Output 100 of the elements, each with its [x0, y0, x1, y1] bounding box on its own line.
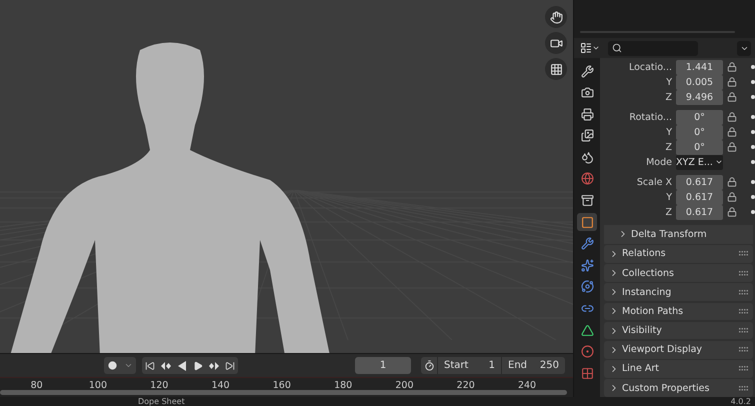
mode-dropdown[interactable]: XYZ E...	[676, 155, 723, 170]
frame-number: 180	[333, 379, 354, 391]
keyframe-dot-icon[interactable]	[751, 145, 755, 150]
grid-icon	[550, 62, 562, 76]
keyframe-dot-icon[interactable]	[751, 65, 755, 70]
panel-header[interactable]: Instancing	[604, 283, 753, 302]
render-tab-icon	[580, 86, 594, 100]
panel-header[interactable]: Collections	[604, 264, 753, 282]
lock-icon	[727, 62, 737, 72]
panel-header[interactable]: Custom Properties	[604, 379, 753, 397]
start-frame-field[interactable]: Start 1	[437, 357, 501, 374]
drag-handle-icon	[739, 347, 749, 352]
caret-icon	[124, 361, 132, 370]
field-label: Z	[664, 92, 672, 103]
skip-back-icon	[145, 360, 155, 370]
number-field[interactable]: 1.441	[676, 60, 723, 75]
skip-forward-icon	[225, 360, 235, 370]
keyframe-dot-icon[interactable]	[751, 95, 755, 100]
version-label: 4.0.2	[730, 397, 751, 406]
number-field[interactable]: 0.005	[676, 74, 723, 90]
frame-number: 200	[394, 379, 414, 391]
pan-button[interactable]	[545, 6, 567, 28]
panel-header[interactable]: Motion Paths	[604, 302, 753, 320]
timeline-scrollbar[interactable]	[0, 390, 567, 395]
particles-tab-icon	[580, 258, 594, 272]
camera-icon	[550, 36, 562, 50]
editor-name: Dope Sheet	[138, 397, 185, 406]
drag-handle-icon	[739, 366, 749, 372]
camera-button[interactable]	[545, 32, 567, 54]
field-label: Rotatio...	[628, 112, 672, 123]
lock-icon	[727, 92, 737, 102]
options-dropdown[interactable]	[737, 40, 751, 56]
number-field[interactable]: 0°	[676, 125, 723, 140]
number-field[interactable]: 0°	[676, 110, 723, 125]
timeline-ruler[interactable]: 80 100 120 140 160 180 200 220 240	[0, 377, 573, 397]
scene-tab-icon	[580, 150, 594, 164]
field-label: Y	[665, 192, 672, 203]
field-label: Z	[664, 206, 672, 218]
search-icon	[612, 43, 622, 53]
play-icon	[193, 360, 203, 370]
field-label: Y	[665, 76, 672, 88]
frame-number: 140	[210, 379, 231, 391]
keyframe-dot-icon[interactable]	[751, 210, 755, 214]
properties-tab[interactable]	[577, 213, 597, 232]
panel-header[interactable]: Line Art	[604, 360, 753, 378]
output-tab-icon	[580, 108, 594, 121]
perspective-button[interactable]	[545, 58, 567, 80]
lock-icon	[727, 112, 737, 122]
keyframe-dot-icon[interactable]	[751, 80, 755, 84]
frame-number: 100	[88, 379, 108, 391]
number-field[interactable]: 0.617	[676, 205, 723, 220]
keyframe-dot-icon[interactable]	[751, 180, 755, 184]
keyframe-back-icon	[161, 362, 171, 370]
number-field[interactable]: 0°	[676, 140, 723, 155]
panel-header[interactable]: Viewport Display	[604, 340, 753, 359]
panel-header[interactable]: Visibility	[604, 322, 753, 340]
frame-number: 240	[516, 379, 538, 391]
frame-number: 220	[456, 379, 476, 391]
keyframe-forward-icon	[209, 362, 219, 370]
frame-number: 80	[30, 379, 44, 391]
frame-number: 160	[272, 379, 292, 391]
keyframe-dot-icon[interactable]	[751, 130, 755, 134]
current-frame-field[interactable]: 1	[355, 357, 411, 374]
lock-icon	[727, 77, 737, 88]
panel-header[interactable]: Relations	[604, 245, 753, 263]
frame-number: 120	[149, 379, 170, 391]
object-tab-icon	[580, 216, 594, 229]
keyframe-dot-icon[interactable]	[751, 195, 755, 200]
tool-tab-icon	[580, 64, 594, 78]
field-label: Scale X	[636, 176, 672, 188]
record-icon	[108, 361, 116, 370]
collection-tab-icon	[580, 194, 594, 208]
drag-handle-icon	[739, 290, 749, 295]
view-layer-tab-icon	[580, 129, 594, 142]
play-reverse-icon	[178, 360, 186, 370]
field-label: Mode	[645, 156, 672, 168]
drag-handle-icon	[739, 251, 749, 256]
texture-tab-icon	[580, 366, 594, 380]
field-label: Locatio...	[628, 62, 672, 73]
end-frame-field[interactable]: End 250	[501, 357, 565, 374]
subpanel-header[interactable]: Delta Transform	[604, 225, 753, 244]
number-field[interactable]: 9.496	[676, 90, 723, 105]
caret-icon	[592, 44, 600, 52]
lock-icon	[727, 192, 737, 202]
drag-handle-icon	[739, 308, 749, 314]
field-label: Y	[665, 126, 672, 138]
drag-handle-icon	[739, 328, 749, 334]
search-field[interactable]	[608, 40, 698, 56]
world-tab-icon	[580, 172, 594, 186]
editor-type-icon	[580, 42, 592, 54]
keyframe-dot-icon[interactable]	[751, 160, 755, 164]
data-tab-icon	[580, 324, 594, 337]
field-label: Z	[664, 142, 672, 153]
drag-handle-icon	[739, 386, 749, 391]
number-field[interactable]: 0.617	[676, 190, 723, 205]
number-field[interactable]: 0.617	[676, 175, 723, 190]
stopwatch-icon	[424, 360, 434, 371]
hand-icon	[550, 10, 562, 24]
keyframe-dot-icon[interactable]	[751, 115, 755, 120]
physics-tab-icon	[580, 280, 594, 294]
